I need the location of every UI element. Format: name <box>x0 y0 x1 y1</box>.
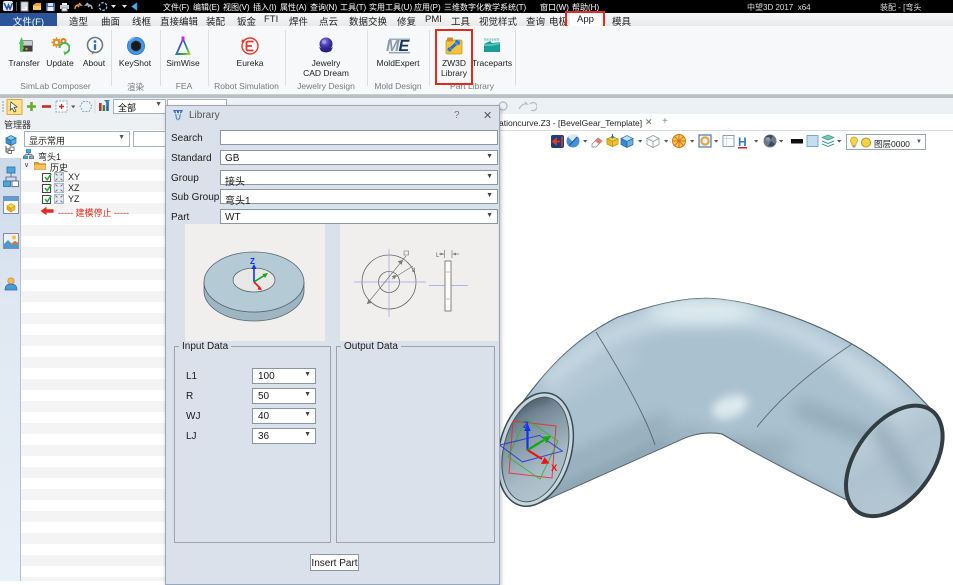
svg-text:d: d <box>412 268 415 274</box>
svg-text:E: E <box>399 38 411 55</box>
svg-text:traceparts: traceparts <box>484 38 500 42</box>
svg-text:Z: Z <box>250 257 255 266</box>
svg-text:X: X <box>551 463 558 474</box>
svg-text:H: H <box>738 135 747 149</box>
svg-text:Z: Z <box>523 420 529 431</box>
